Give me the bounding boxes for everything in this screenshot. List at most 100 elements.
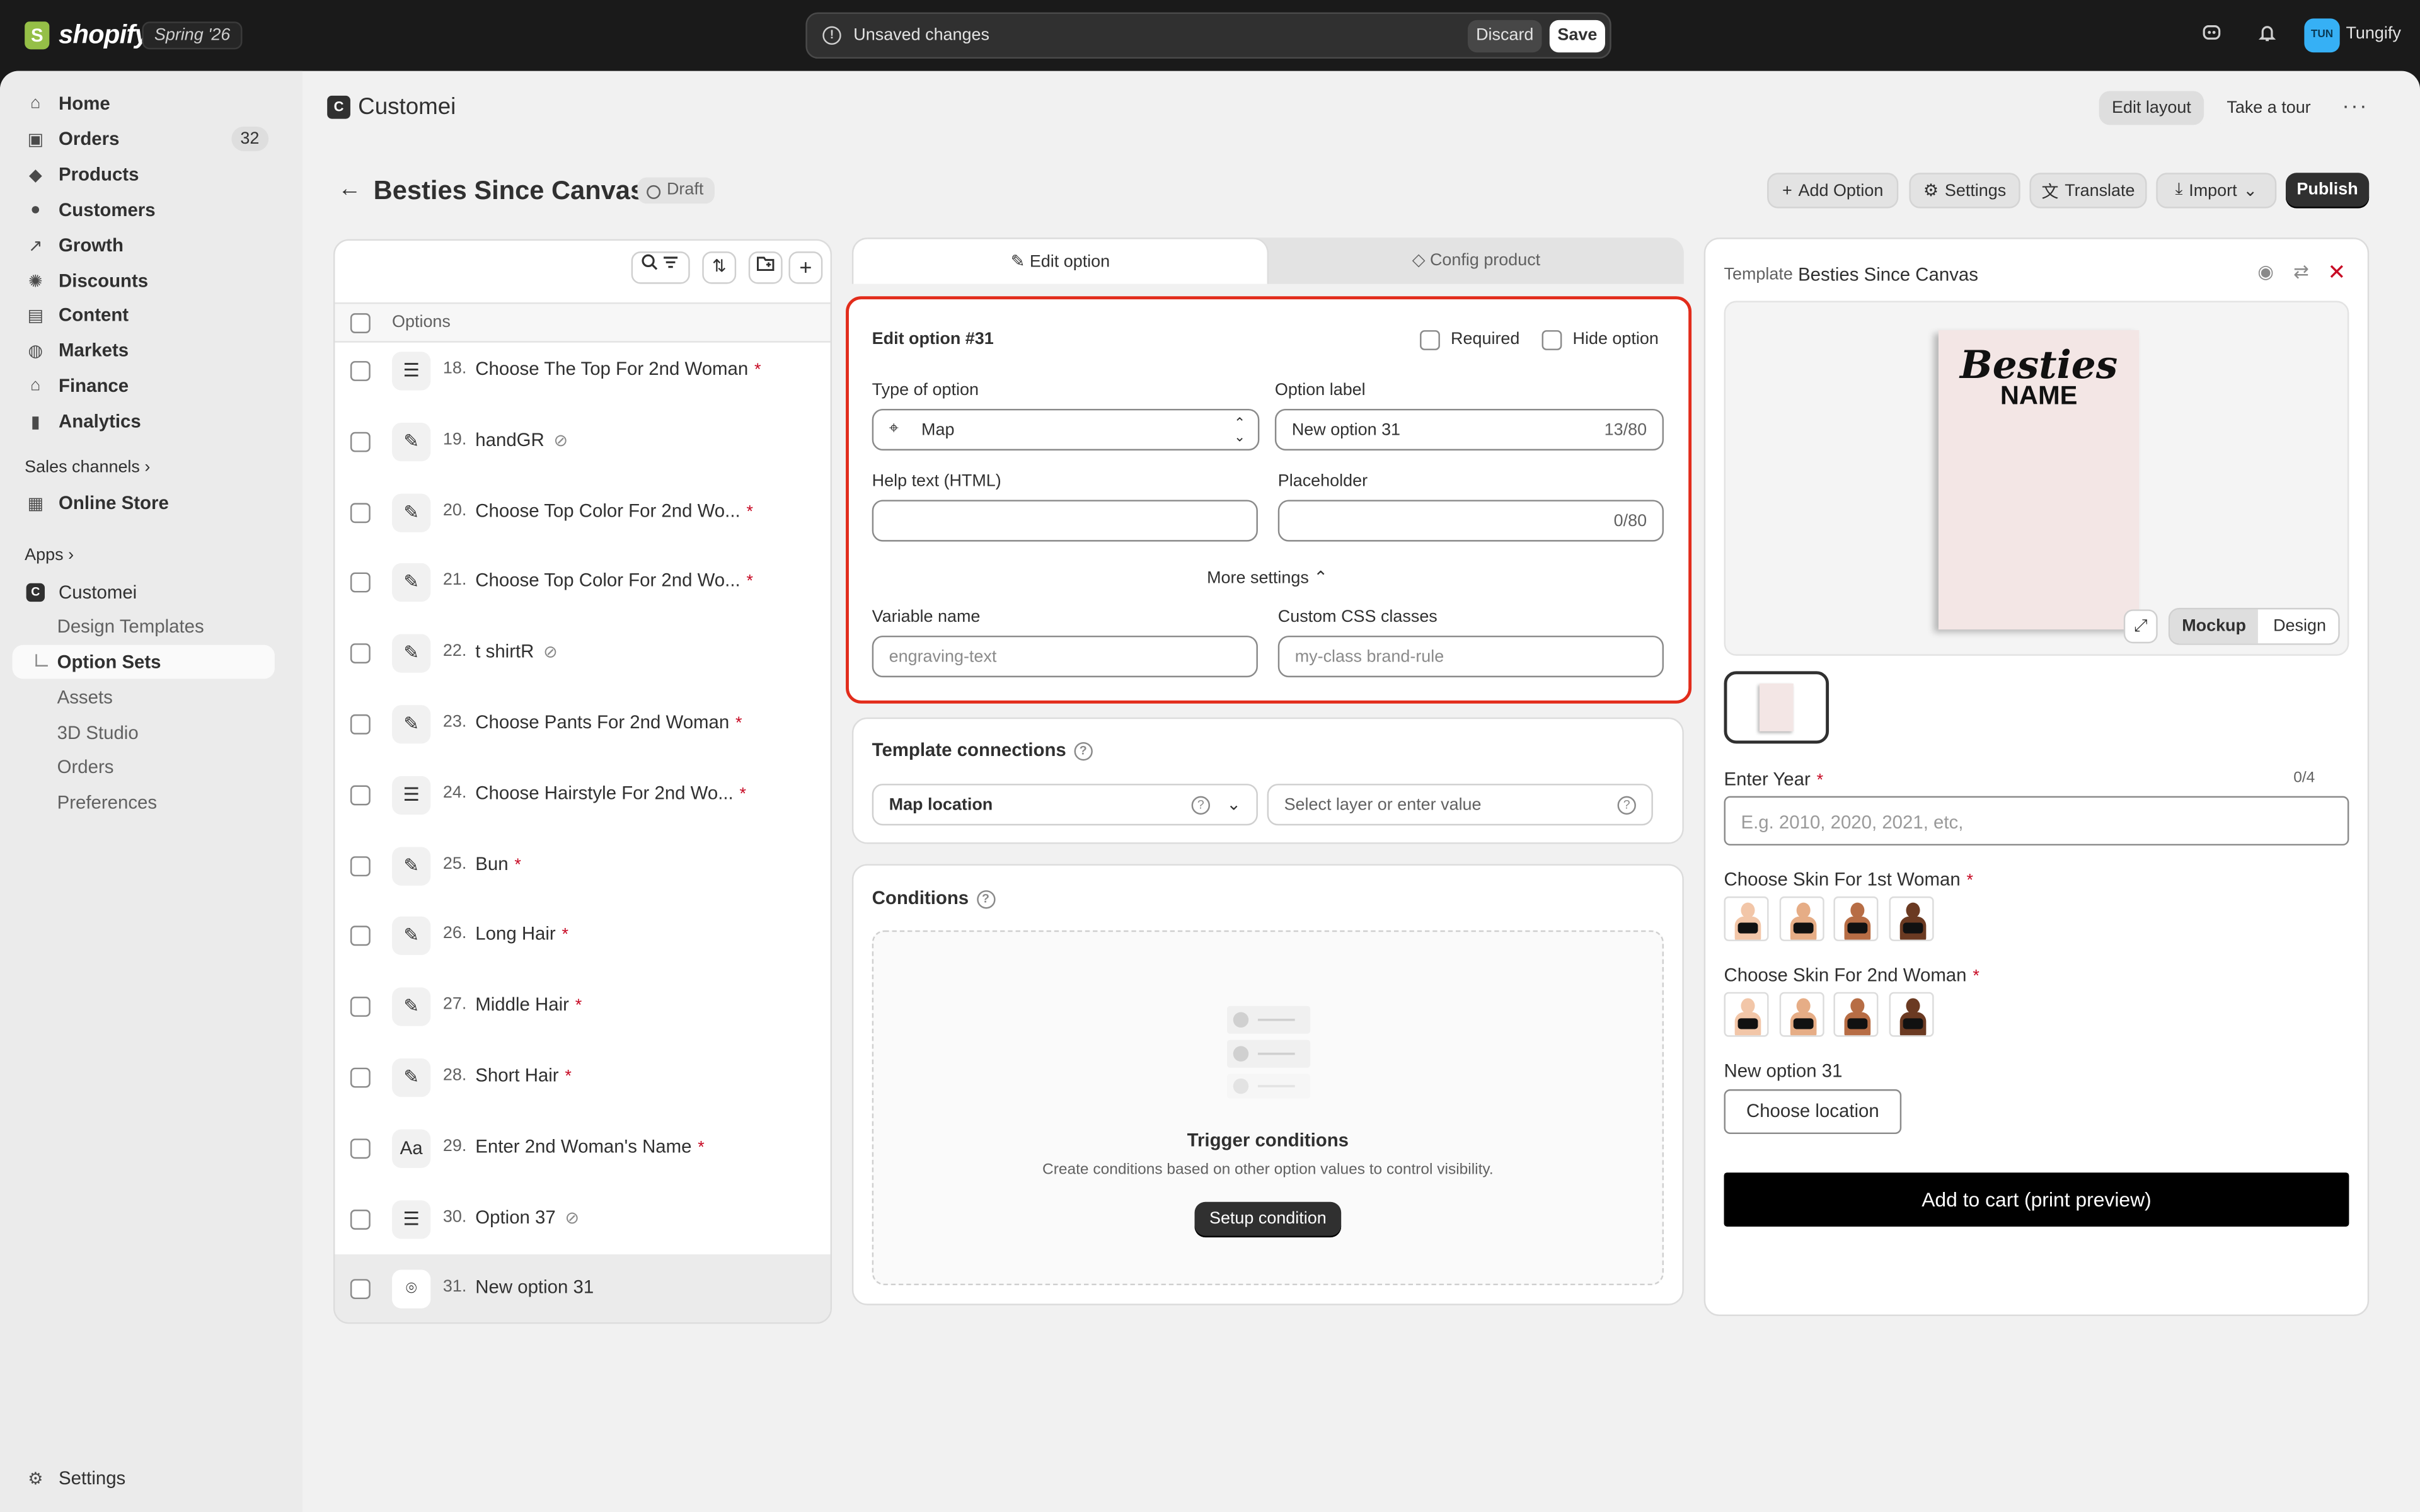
list-item[interactable]: ⌾ 31. New option 31 (335, 1254, 831, 1322)
tab-edit-option[interactable]: ✎ Edit option (851, 238, 1269, 284)
help-icon[interactable]: ? (1191, 796, 1211, 815)
sidebar-item-customei[interactable]: C Customei (13, 575, 275, 609)
help-icon[interactable]: ? (1617, 796, 1636, 815)
list-item[interactable]: ✎ 22. t shirtR ⊘ (335, 619, 830, 689)
close-icon[interactable]: ✕ (2324, 259, 2349, 284)
sidebar-item-finance[interactable]: ⌂ Finance (13, 369, 275, 403)
choose-location-button[interactable]: Choose location (1724, 1089, 1902, 1135)
help-text-input[interactable] (872, 500, 1258, 542)
sidebar-item-growth[interactable]: ↗ Growth (13, 228, 275, 262)
eye-icon[interactable]: ◉ (2254, 259, 2278, 284)
bell-icon[interactable] (2254, 21, 2281, 49)
sidebar-item-home[interactable]: ⌂ Home (13, 86, 275, 120)
css-classes-input[interactable]: my-class brand-rule (1277, 635, 1664, 678)
more-actions-icon[interactable]: ··· (2340, 93, 2371, 123)
skin-swatch[interactable] (1778, 992, 1824, 1037)
sidebar-item-products[interactable]: ◆ Products (13, 158, 275, 192)
row-checkbox[interactable] (350, 856, 371, 876)
search-filter-button[interactable] (631, 251, 690, 284)
layer-input[interactable]: Select layer or enter value ? (1267, 784, 1653, 826)
list-item[interactable]: ✎ 21. Choose Top Color For 2nd Wo... * (335, 548, 830, 617)
year-input[interactable]: E.g. 2010, 2020, 2021, etc, (1724, 796, 2349, 846)
list-item[interactable]: ✎ 27. Middle Hair * (335, 972, 830, 1041)
back-arrow-icon[interactable]: ← (338, 176, 361, 202)
placeholder-input[interactable]: 0/80 (1277, 500, 1664, 542)
sidebar-item-orders-app[interactable]: Orders (13, 750, 275, 784)
list-item[interactable]: ✎ 19. handGR ⊘ (335, 407, 830, 476)
list-item[interactable]: ✎ 25. Bun * (335, 831, 830, 900)
sidebar-item-assets[interactable]: Assets (13, 680, 275, 714)
list-item[interactable]: ☰ 30. Option 37 ⊘ (335, 1184, 830, 1254)
sidebar-item-orders[interactable]: ▣ Orders 32 (13, 122, 275, 156)
type-of-option-select[interactable]: ⌖ Map ⌃ ⌄ (872, 408, 1260, 451)
sidebar-item-analytics[interactable]: ▮ Analytics (13, 404, 275, 438)
mockup-thumbnail[interactable] (1724, 671, 1829, 744)
mockup-toggle-button[interactable]: Mockup (2170, 609, 2258, 644)
list-item[interactable]: Aa 29. Enter 2nd Woman's Name * (335, 1114, 830, 1183)
tab-config-product[interactable]: ◇ Config product (1269, 238, 1684, 284)
skin-swatch[interactable] (1833, 992, 1879, 1037)
skin-swatch[interactable] (1724, 896, 1769, 941)
row-checkbox[interactable] (350, 1280, 371, 1300)
sales-channels-heading[interactable]: Sales channels › (25, 458, 150, 476)
row-checkbox[interactable] (350, 714, 371, 735)
sidebar-item-settings[interactable]: ⚙ Settings (13, 1461, 275, 1495)
skin-swatch[interactable] (1888, 896, 1933, 941)
sidebar-item-option-sets[interactable]: Option Sets (12, 644, 275, 679)
sidebar-item-discounts[interactable]: ✺ Discounts (13, 264, 275, 298)
row-checkbox[interactable] (350, 573, 371, 593)
row-checkbox[interactable] (350, 361, 371, 381)
help-icon[interactable]: ? (976, 890, 995, 909)
settings-button[interactable]: ⚙ Settings (1909, 173, 2020, 209)
discard-button[interactable]: Discard (1467, 20, 1542, 53)
row-checkbox[interactable] (350, 1209, 371, 1229)
required-checkbox[interactable] (1420, 330, 1440, 350)
take-tour-button[interactable]: Take a tour (2215, 91, 2323, 125)
import-button[interactable]: ⤓ Import ⌄ (2156, 173, 2277, 209)
help-icon[interactable]: ? (1074, 742, 1093, 760)
row-checkbox[interactable] (350, 432, 371, 452)
list-item[interactable]: ☰ 18. Choose The Top For 2nd Woman * (335, 336, 830, 406)
edit-layout-button[interactable]: Edit layout (2099, 91, 2204, 125)
row-checkbox[interactable] (350, 1138, 371, 1159)
skin-swatch[interactable] (1888, 992, 1933, 1037)
setup-condition-button[interactable]: Setup condition (1194, 1201, 1342, 1238)
select-all-checkbox[interactable] (350, 313, 371, 333)
map-location-select[interactable]: Map location ? ⌄ (872, 784, 1258, 826)
more-settings-toggle[interactable]: More settings ⌃ (1207, 568, 1328, 588)
apps-heading[interactable]: Apps › (25, 546, 74, 564)
skin-swatch[interactable] (1833, 896, 1879, 941)
sidebar-item-3d-studio[interactable]: 3D Studio (13, 716, 275, 750)
hide-option-checkbox[interactable] (1541, 330, 1562, 350)
design-toggle-button[interactable]: Design (2258, 609, 2338, 643)
save-button[interactable]: Save (1549, 20, 1605, 53)
row-checkbox[interactable] (350, 997, 371, 1017)
expand-icon[interactable]: ⤢ (2123, 609, 2158, 644)
list-item[interactable]: ✎ 28. Short Hair * (335, 1043, 830, 1113)
list-item[interactable]: ✎ 26. Long Hair * (335, 902, 830, 971)
translate-button[interactable]: 文 Translate (2029, 173, 2147, 209)
skin-swatch[interactable] (1724, 992, 1769, 1037)
add-item-button[interactable]: + (788, 251, 823, 284)
sidebar-item-customers[interactable]: ● Customers (13, 193, 275, 227)
list-item[interactable]: ✎ 20. Choose Top Color For 2nd Wo... * (335, 478, 830, 547)
sidebar-item-content[interactable]: ▤ Content (13, 298, 275, 332)
sidebar-item-preferences[interactable]: Preferences (13, 786, 275, 820)
row-checkbox[interactable] (350, 1067, 371, 1088)
add-option-button[interactable]: + Add Option (1767, 173, 1899, 209)
option-label-input[interactable]: New option 31 13/80 (1274, 408, 1664, 451)
list-item[interactable]: ☰ 24. Choose Hairstyle For 2nd Wo... * (335, 760, 830, 830)
sidebar-item-design-templates[interactable]: Design Templates (13, 609, 275, 643)
add-folder-button[interactable] (748, 251, 783, 284)
row-checkbox[interactable] (350, 785, 371, 805)
sort-button[interactable]: ⇅ (702, 251, 737, 284)
row-checkbox[interactable] (350, 926, 371, 947)
shopify-logo[interactable]: shopify (25, 20, 149, 51)
variable-name-input[interactable]: engraving-text (872, 635, 1258, 678)
user-name[interactable]: Tungify (2346, 25, 2400, 43)
sidebar-item-online-store[interactable]: ▦ Online Store (13, 486, 275, 520)
add-to-cart-button[interactable]: Add to cart (print preview) (1724, 1172, 2349, 1227)
row-checkbox[interactable] (350, 643, 371, 664)
avatar[interactable]: TUN (2304, 18, 2340, 53)
list-item[interactable]: ✎ 23. Choose Pants For 2nd Woman * (335, 690, 830, 759)
